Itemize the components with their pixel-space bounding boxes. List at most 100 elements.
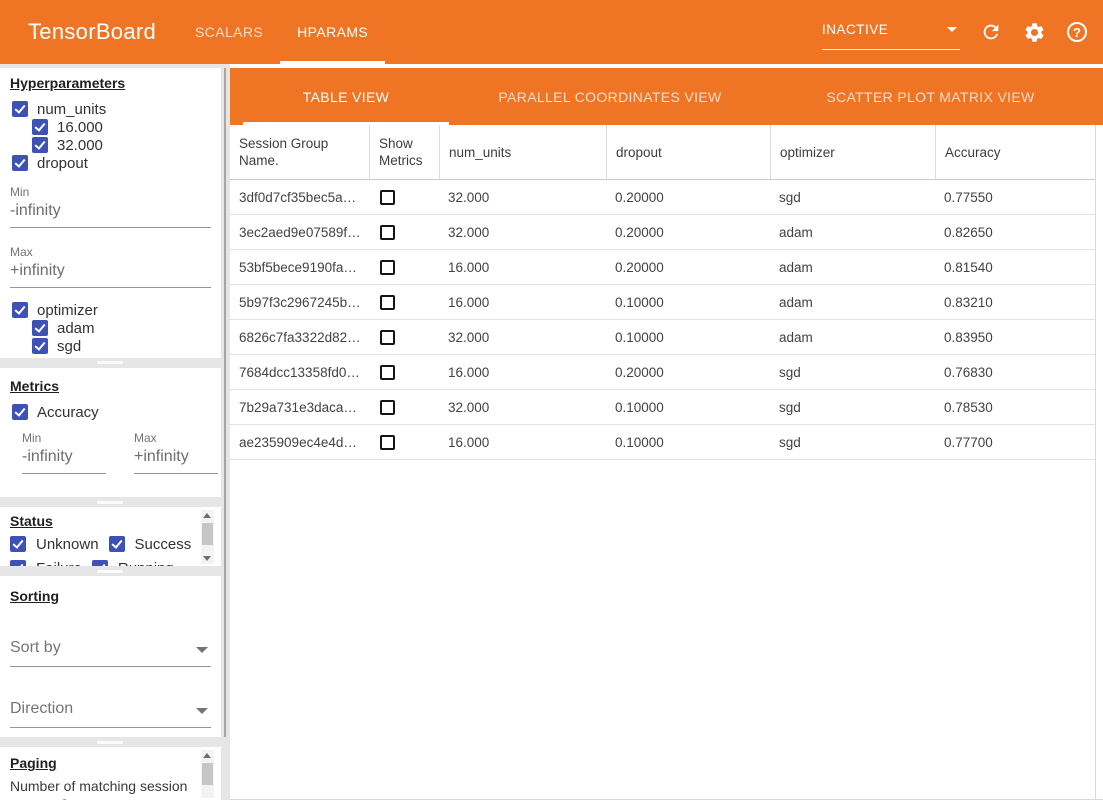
optimizer-sgd-checkbox[interactable] [32, 338, 48, 354]
session-group-name: 6826c7fa3322d82… [230, 330, 369, 345]
optimizer-checkbox[interactable] [12, 302, 28, 318]
sorting-panel: Sorting Sort by Direction [0, 576, 221, 737]
show-metrics-checkbox[interactable] [380, 295, 395, 310]
panel-resize-handle[interactable] [97, 361, 123, 364]
optimizer-sgd-label: sgd [57, 338, 81, 355]
hparam-row-dropout: dropout [12, 154, 221, 172]
num-units-16-label: 16.000 [57, 119, 103, 136]
tab-scatter-plot-matrix-view[interactable]: SCATTER PLOT MATRIX VIEW [758, 68, 1103, 125]
sidebar-scrollbar[interactable] [224, 68, 226, 737]
accuracy-cell: 0.81540 [935, 260, 1095, 275]
help-button[interactable]: ? [1065, 20, 1089, 44]
dropout-cell: 0.10000 [606, 295, 770, 310]
table-row: ae235909ec4e4d… 16.000 0.10000 sgd 0.777… [230, 425, 1095, 460]
min-label: Min [10, 185, 211, 199]
num-units-32-checkbox[interactable] [32, 137, 48, 153]
optimizer-cell: adam [770, 330, 935, 345]
view-tabs: TABLE VIEW PARALLEL COORDINATES VIEW SCA… [230, 68, 1103, 125]
topbar: TensorBoard SCALARS HPARAMS INACTIVE ? [0, 0, 1103, 64]
hparam-value-row: 32.000 [32, 136, 221, 154]
num-units-16-checkbox[interactable] [32, 119, 48, 135]
column-header-dropout[interactable]: dropout [606, 125, 770, 179]
paging-scrollbar[interactable] [201, 750, 214, 798]
optimizer-cell: adam [770, 260, 935, 275]
tab-hparams[interactable]: HPARAMS [280, 0, 385, 64]
show-metrics-checkbox[interactable] [380, 190, 395, 205]
status-unknown-checkbox[interactable] [10, 536, 26, 552]
dropout-max-field: Max +infinity [10, 245, 211, 288]
show-metrics-checkbox[interactable] [380, 260, 395, 275]
settings-button[interactable] [1022, 20, 1046, 44]
optimizer-adam-checkbox[interactable] [32, 320, 48, 336]
column-header-show-metrics[interactable]: Show Metrics [369, 125, 439, 179]
dropout-cell: 0.20000 [606, 225, 770, 240]
dropout-cell: 0.20000 [606, 365, 770, 380]
optimizer-cell: adam [770, 225, 935, 240]
hyperparameters-panel: Hyperparameters num_units 16.000 32.000 … [0, 68, 221, 358]
column-header-session-group-name[interactable]: Session Group Name. [230, 125, 369, 179]
table-row: 3df0d7cf35bec5a… 32.000 0.20000 sgd 0.77… [230, 180, 1095, 215]
dropout-min-field: Min -infinity [10, 185, 211, 228]
tab-scatter-plot-matrix-label: SCATTER PLOT MATRIX VIEW [826, 89, 1034, 105]
accuracy-max-input[interactable]: +infinity [134, 445, 218, 474]
panel-resize-handle[interactable] [97, 570, 123, 573]
session-group-name: 3df0d7cf35bec5a… [230, 190, 369, 205]
num-units-checkbox[interactable] [12, 101, 28, 117]
tab-scalars-label: SCALARS [195, 24, 263, 40]
dropout-max-input[interactable]: +infinity [10, 259, 211, 288]
status-failure-checkbox[interactable] [10, 560, 26, 566]
status-panel: Status Unknown Success Failure Running [0, 507, 221, 566]
status-running-checkbox[interactable] [92, 560, 108, 566]
show-metrics-checkbox[interactable] [380, 330, 395, 345]
refresh-icon [980, 21, 1002, 43]
status-scrollbar[interactable] [201, 510, 214, 564]
accuracy-min-input[interactable]: -infinity [22, 445, 106, 474]
show-metrics-checkbox[interactable] [380, 400, 395, 415]
tab-parallel-coordinates-view[interactable]: PARALLEL COORDINATES VIEW [462, 68, 758, 125]
direction-select[interactable]: Direction [10, 696, 211, 728]
accuracy-cell: 0.76830 [935, 365, 1095, 380]
accuracy-checkbox[interactable] [12, 404, 28, 420]
scroll-up-icon[interactable] [203, 513, 211, 518]
show-metrics-checkbox[interactable] [380, 365, 395, 380]
show-metrics-checkbox[interactable] [380, 435, 395, 450]
dropout-cell: 0.10000 [606, 435, 770, 450]
panel-resize-handle[interactable] [97, 741, 123, 744]
panel-resize-handle[interactable] [97, 501, 123, 504]
dropout-cell: 0.10000 [606, 330, 770, 345]
table-row: 53bf5bece9190fa… 16.000 0.20000 adam 0.8… [230, 250, 1095, 285]
tab-table-view[interactable]: TABLE VIEW [230, 68, 462, 125]
tab-scalars[interactable]: SCALARS [178, 0, 280, 64]
scrollbar-thumb[interactable] [202, 763, 213, 785]
reload-interval-select[interactable]: INACTIVE [822, 20, 960, 50]
dropout-min-input[interactable]: -infinity [10, 199, 211, 228]
app-logo: TensorBoard [28, 19, 156, 45]
accuracy-max-field: Max +infinity [134, 431, 218, 474]
chevron-down-icon [196, 647, 208, 653]
max-label: Max [134, 431, 218, 445]
column-header-accuracy[interactable]: Accuracy [935, 125, 1095, 179]
scroll-up-icon[interactable] [203, 753, 211, 758]
refresh-button[interactable] [979, 20, 1003, 44]
accuracy-cell: 0.78530 [935, 400, 1095, 415]
num-units-32-label: 32.000 [57, 137, 103, 154]
show-metrics-checkbox[interactable] [380, 225, 395, 240]
table-row: 3ec2aed9e07589f… 32.000 0.20000 adam 0.8… [230, 215, 1095, 250]
optimizer-cell: sgd [770, 400, 935, 415]
sort-by-select[interactable]: Sort by [10, 635, 211, 667]
status-unknown-label: Unknown [36, 536, 99, 553]
num-units-cell: 32.000 [439, 225, 606, 240]
hparams-sidebar: Hyperparameters num_units 16.000 32.000 … [0, 64, 230, 800]
num-units-cell: 16.000 [439, 260, 606, 275]
topbar-actions: INACTIVE ? [822, 0, 1089, 64]
tab-parallel-coordinates-label: PARALLEL COORDINATES VIEW [498, 89, 721, 105]
scrollbar-thumb[interactable] [202, 523, 213, 545]
accuracy-range-fields: Min -infinity Max +infinity [22, 431, 221, 474]
column-header-optimizer[interactable]: optimizer [770, 125, 935, 179]
column-header-num-units[interactable]: num_units [439, 125, 606, 179]
hparam-row-num-units: num_units [12, 100, 221, 118]
num-units-cell: 16.000 [439, 365, 606, 380]
status-success-checkbox[interactable] [109, 536, 125, 552]
dropout-checkbox[interactable] [12, 155, 28, 171]
scroll-down-icon[interactable] [203, 556, 211, 561]
